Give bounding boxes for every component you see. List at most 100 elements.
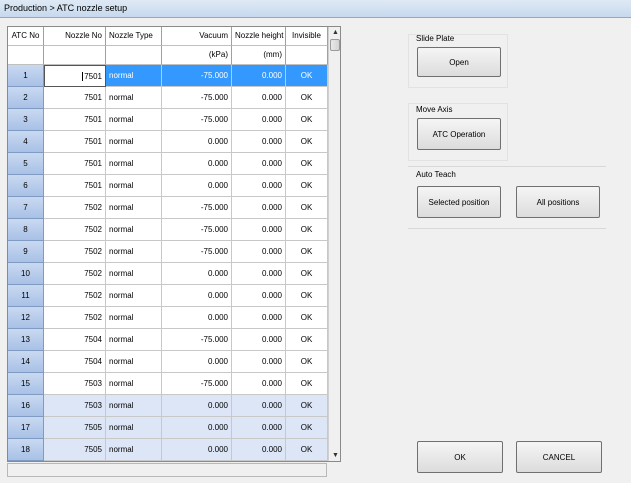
nozzle-height-cell[interactable]: 0.000	[232, 439, 286, 461]
nozzle-no-cell[interactable]: 7504	[44, 351, 106, 373]
nozzle-no-cell[interactable]: 7502	[44, 285, 106, 307]
nozzle-type-cell[interactable]: normal	[106, 351, 162, 373]
atc-no-cell[interactable]: 11	[8, 285, 44, 307]
vacuum-cell[interactable]: 0.000	[162, 175, 232, 197]
scroll-down-arrow-icon[interactable]: ▼	[329, 450, 340, 461]
table-row[interactable]: 11 7502 normal 0.000 0.000 OK	[8, 285, 328, 307]
selected-position-button[interactable]: Selected position	[417, 186, 501, 218]
vacuum-cell[interactable]: 0.000	[162, 417, 232, 439]
invisible-cell[interactable]: OK	[286, 417, 328, 439]
invisible-cell[interactable]: OK	[286, 219, 328, 241]
atc-no-cell[interactable]: 1	[8, 65, 44, 87]
nozzle-height-cell[interactable]: 0.000	[232, 131, 286, 153]
vertical-scrollbar[interactable]: ▲ ▼	[328, 27, 340, 461]
column-header-nozzle-height[interactable]: Nozzle height	[232, 27, 286, 46]
nozzle-height-cell[interactable]: 0.000	[232, 307, 286, 329]
atc-no-cell[interactable]: 5	[8, 153, 44, 175]
atc-operation-button[interactable]: ATC Operation	[417, 118, 501, 150]
nozzle-no-cell[interactable]: 7501	[44, 153, 106, 175]
table-row[interactable]: 13 7504 normal -75.000 0.000 OK	[8, 329, 328, 351]
nozzle-no-cell[interactable]: 7505	[44, 439, 106, 461]
scroll-up-arrow-icon[interactable]: ▲	[329, 27, 340, 39]
nozzle-height-cell[interactable]: 0.000	[232, 285, 286, 307]
vacuum-cell[interactable]: -75.000	[162, 197, 232, 219]
atc-no-cell[interactable]: 18	[8, 439, 44, 461]
column-header-atc-no[interactable]: ATC No	[8, 27, 44, 46]
vacuum-cell[interactable]: -75.000	[162, 373, 232, 395]
table-row[interactable]: 6 7501 normal 0.000 0.000 OK	[8, 175, 328, 197]
atc-no-cell[interactable]: 12	[8, 307, 44, 329]
vacuum-cell[interactable]: 0.000	[162, 263, 232, 285]
atc-no-cell[interactable]: 6	[8, 175, 44, 197]
nozzle-type-cell[interactable]: normal	[106, 307, 162, 329]
table-row[interactable]: 17 7505 normal 0.000 0.000 OK	[8, 417, 328, 439]
table-row[interactable]: 16 7503 normal 0.000 0.000 OK	[8, 395, 328, 417]
vacuum-cell[interactable]: -75.000	[162, 219, 232, 241]
table-row[interactable]: 12 7502 normal 0.000 0.000 OK	[8, 307, 328, 329]
nozzle-no-cell[interactable]: 7503	[44, 373, 106, 395]
invisible-cell[interactable]: OK	[286, 373, 328, 395]
nozzle-no-cell[interactable]: 7503	[44, 395, 106, 417]
atc-no-cell[interactable]: 15	[8, 373, 44, 395]
table-row[interactable]: 10 7502 normal 0.000 0.000 OK	[8, 263, 328, 285]
vacuum-cell[interactable]: -75.000	[162, 109, 232, 131]
column-header-vacuum[interactable]: Vacuum	[162, 27, 232, 46]
scrollbar-thumb[interactable]	[330, 39, 340, 51]
nozzle-no-cell[interactable]: 7502	[44, 219, 106, 241]
nozzle-type-cell[interactable]: normal	[106, 241, 162, 263]
nozzle-no-cell[interactable]: 7501	[44, 109, 106, 131]
nozzle-type-cell[interactable]: normal	[106, 263, 162, 285]
nozzle-height-cell[interactable]: 0.000	[232, 153, 286, 175]
nozzle-height-cell[interactable]: 0.000	[232, 109, 286, 131]
nozzle-type-cell[interactable]: normal	[106, 197, 162, 219]
horizontal-scrollbar[interactable]	[7, 463, 327, 477]
invisible-cell[interactable]: OK	[286, 439, 328, 461]
nozzle-height-cell[interactable]: 0.000	[232, 175, 286, 197]
column-header-nozzle-type[interactable]: Nozzle Type	[106, 27, 162, 46]
nozzle-type-cell[interactable]: normal	[106, 439, 162, 461]
nozzle-type-cell[interactable]: normal	[106, 373, 162, 395]
table-row[interactable]: 7 7502 normal -75.000 0.000 OK	[8, 197, 328, 219]
vacuum-cell[interactable]: 0.000	[162, 153, 232, 175]
nozzle-height-cell[interactable]: 0.000	[232, 87, 286, 109]
table-row[interactable]: 5 7501 normal 0.000 0.000 OK	[8, 153, 328, 175]
invisible-cell[interactable]: OK	[286, 241, 328, 263]
nozzle-type-cell[interactable]: normal	[106, 109, 162, 131]
cancel-button[interactable]: CANCEL	[516, 441, 602, 473]
nozzle-height-cell[interactable]: 0.000	[232, 219, 286, 241]
nozzle-height-cell[interactable]: 0.000	[232, 351, 286, 373]
nozzle-height-cell[interactable]: 0.000	[232, 329, 286, 351]
atc-no-cell[interactable]: 10	[8, 263, 44, 285]
nozzle-type-cell[interactable]: normal	[106, 175, 162, 197]
nozzle-no-cell[interactable]: 7501	[44, 131, 106, 153]
nozzle-height-cell[interactable]: 0.000	[232, 395, 286, 417]
nozzle-type-cell[interactable]: normal	[106, 131, 162, 153]
nozzle-no-cell[interactable]: 7502	[44, 197, 106, 219]
nozzle-height-cell[interactable]: 0.000	[232, 197, 286, 219]
vacuum-cell[interactable]: 0.000	[162, 285, 232, 307]
table-row[interactable]: 1 7501 normal -75.000 0.000 OK	[8, 65, 328, 87]
nozzle-type-cell[interactable]: normal	[106, 285, 162, 307]
nozzle-type-cell[interactable]: normal	[106, 395, 162, 417]
invisible-cell[interactable]: OK	[286, 87, 328, 109]
invisible-cell[interactable]: OK	[286, 131, 328, 153]
table-row[interactable]: 2 7501 normal -75.000 0.000 OK	[8, 87, 328, 109]
invisible-cell[interactable]: OK	[286, 109, 328, 131]
vacuum-cell[interactable]: -75.000	[162, 65, 232, 87]
vacuum-cell[interactable]: 0.000	[162, 351, 232, 373]
column-header-nozzle-no[interactable]: Nozzle No	[44, 27, 106, 46]
nozzle-type-cell[interactable]: normal	[106, 65, 162, 87]
nozzle-type-cell[interactable]: normal	[106, 153, 162, 175]
invisible-cell[interactable]: OK	[286, 351, 328, 373]
vacuum-cell[interactable]: 0.000	[162, 395, 232, 417]
atc-no-cell[interactable]: 9	[8, 241, 44, 263]
nozzle-no-cell[interactable]: 7502	[44, 307, 106, 329]
nozzle-type-cell[interactable]: normal	[106, 219, 162, 241]
nozzle-no-cell[interactable]: 7504	[44, 329, 106, 351]
ok-button[interactable]: OK	[417, 441, 503, 473]
vacuum-cell[interactable]: -75.000	[162, 87, 232, 109]
atc-no-cell[interactable]: 16	[8, 395, 44, 417]
vacuum-cell[interactable]: 0.000	[162, 131, 232, 153]
invisible-cell[interactable]: OK	[286, 175, 328, 197]
table-row[interactable]: 8 7502 normal -75.000 0.000 OK	[8, 219, 328, 241]
